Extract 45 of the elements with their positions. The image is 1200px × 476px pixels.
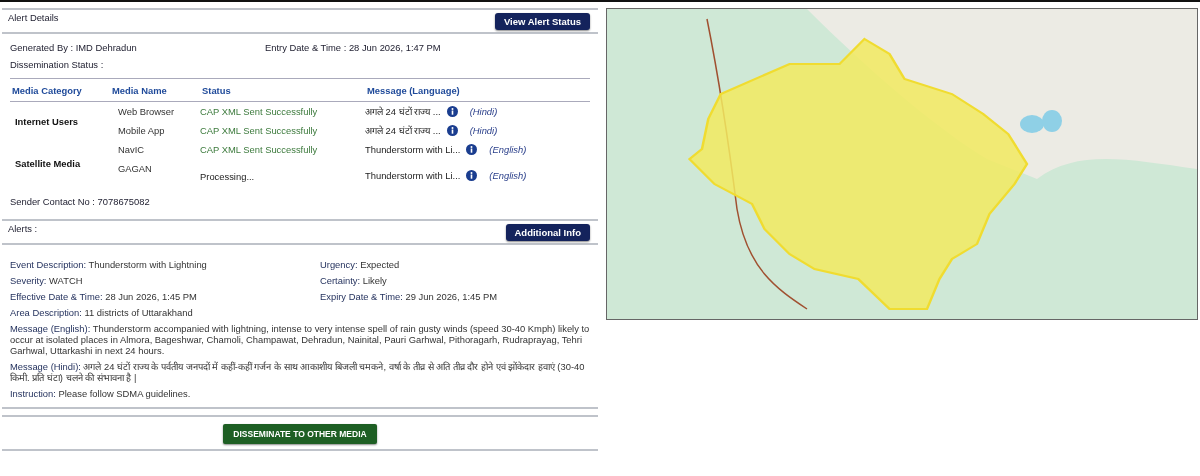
alert-field: Event Description: Thunderstorm with Lightning (10, 259, 320, 270)
media-name-cell-text: Web Browser (117, 105, 176, 119)
message-preview: अगले 24 घंटों राज्य ... (365, 125, 441, 136)
alert-field: Instruction: Please follow SDMA guidelines. (10, 388, 590, 399)
view-alert-status-button[interactable]: View Alert Status (494, 12, 590, 30)
language-label: (Hindi) (469, 125, 498, 136)
status-header: Status (200, 78, 365, 102)
alert-field: Effective Date & Time: 28 Jun 2026, 1:45 PM (10, 291, 320, 302)
alert-field: Certainty: Likely (320, 275, 590, 286)
entry-time-text: Entry Date & Time : 28 Jun 2026, 1:47 PM (265, 42, 442, 53)
media-name-cell-text: GAGAN (117, 162, 153, 176)
message-preview: Thunderstorm with Li... (365, 144, 461, 155)
alert-field: Urgency: Expected (320, 259, 590, 270)
alert-field: Message (Hindi): अगले 24 घंटों राज्य के पर्वतीय जनपदों में कहीं-कहीं गर्जन के साथ आकाशीय बिजली चमकने, वर्षा के तीव्र से अति तीव्र दौर होने एवं झोंकेदार हवाएं (30-40 किमी. प्रति घंटा) चलने की संभावना है | (10, 361, 590, 383)
media-name-cell-text: NavIC (117, 143, 146, 157)
sender-contact-text: Sender Contact No : 7078675082 (9, 195, 151, 207)
message-preview: Thunderstorm with Li... (365, 170, 461, 181)
status-cell-text: CAP XML Sent Successfully (200, 124, 319, 138)
language-label: (English) (489, 170, 527, 181)
language-label: (Hindi) (469, 106, 498, 117)
disseminate-button[interactable]: DISSEMINATE TO OTHER MEDIA (223, 424, 377, 444)
alert-field: Severity: WATCH (10, 275, 320, 286)
additional-info-button[interactable]: Additional Info (505, 223, 590, 241)
alert-field: Expiry Date & Time: 29 Jun 2026, 1:45 PM (320, 291, 590, 302)
media-category-cell-text: Satellite Media (14, 156, 82, 171)
generated-by-text: Generated By : IMD Dehradun (10, 42, 138, 53)
media-category-header: Media Category (10, 78, 110, 102)
info-icon[interactable] (446, 106, 458, 117)
media-category-cell-text: Internet Users (14, 114, 80, 129)
message-header: Message (Language) (365, 78, 590, 102)
section-title: Alerts : (8, 223, 38, 234)
info-icon[interactable] (446, 125, 458, 136)
alert-field: Area Description: 11 districts of Uttarakhand (10, 307, 590, 318)
status-cell-text: CAP XML Sent Successfully (200, 105, 319, 119)
status-cell-text: Processing... (200, 170, 256, 184)
language-label: (English) (489, 144, 527, 155)
status-cell-text: CAP XML Sent Successfully (200, 143, 319, 157)
media-name-cell-text: Mobile App (117, 124, 166, 138)
info-icon[interactable] (466, 170, 478, 181)
alert-field: Message (English): Thunderstorm accompanied with lightning, intense to very intense spell of rain gusty winds (speed 30-40 Kmph) likely to occur at isolated places in Almora, Bageshwar, Chamoli, Champawat, Dehradun, Nainital, Pauri Garhwal, Pithoragarh, Rudraprayag, Tehri Garhwal, Uttarkashi in next 24 hours. (10, 323, 590, 356)
info-icon[interactable] (466, 144, 478, 155)
message-preview: अगले 24 घंटों राज्य ... (365, 106, 441, 117)
section-title: Alert Details (8, 12, 59, 23)
media-name-header: Media Name (110, 78, 200, 102)
dissemination-status-label: Dissemination Status : (10, 59, 105, 70)
